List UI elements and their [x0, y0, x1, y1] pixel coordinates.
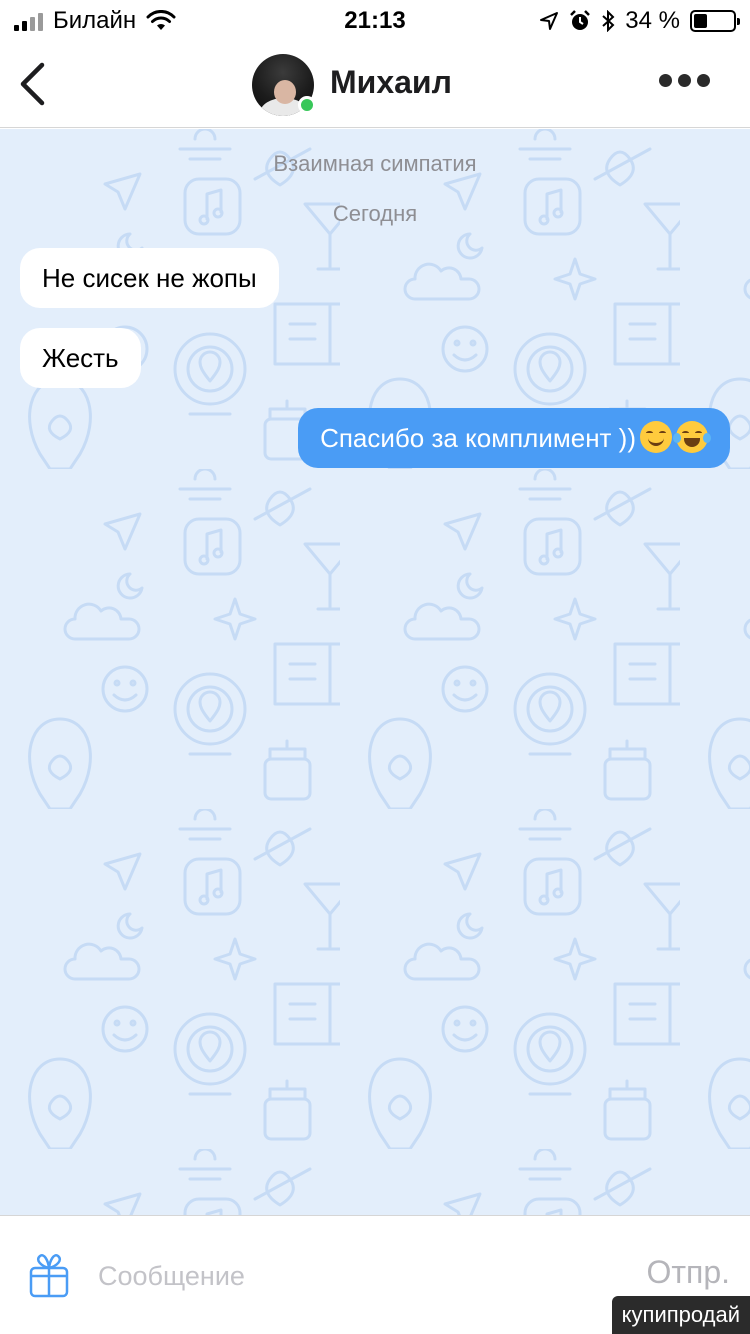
more-options-button[interactable]	[659, 74, 710, 87]
online-status-indicator	[298, 96, 316, 114]
chat-header: Михаил	[0, 40, 750, 128]
send-button[interactable]: Отпр.	[646, 1254, 730, 1291]
ellipsis-icon	[659, 74, 672, 87]
location-arrow-icon	[540, 12, 559, 30]
message-text: Жесть	[42, 343, 119, 373]
incoming-message[interactable]: Не сисек не жопы	[20, 248, 279, 308]
match-notice: Взаимная симпатия	[273, 151, 477, 176]
tears-of-joy-emoji-icon	[673, 421, 711, 453]
alarm-icon	[570, 10, 591, 30]
date-divider: Сегодня	[332, 201, 418, 226]
chat-area[interactable]: Взаимная симпатия Сегодня Не сисек не жо…	[0, 129, 750, 1215]
status-bar: Билайн 21:13 34 %	[0, 0, 750, 40]
bluetooth-icon	[602, 10, 615, 32]
incoming-message[interactable]: Жесть	[20, 328, 141, 388]
gift-icon[interactable]	[28, 1252, 70, 1298]
contact-avatar[interactable]	[252, 54, 316, 116]
chevron-left-icon	[20, 62, 45, 106]
battery-icon	[690, 10, 740, 32]
battery-percent: 34 %	[625, 7, 680, 34]
back-button[interactable]	[12, 58, 52, 110]
message-input[interactable]	[98, 1256, 598, 1296]
contact-name[interactable]: Михаил	[330, 64, 452, 101]
watermark: купипродай	[611, 1296, 750, 1334]
message-text: Спасибо за комплимент ))	[320, 423, 636, 453]
smiling-face-emoji-icon	[640, 421, 672, 453]
outgoing-message[interactable]: Спасибо за комплимент ))	[298, 408, 730, 468]
status-right: 34 %	[539, 7, 740, 35]
message-text: Не сисек не жопы	[42, 263, 257, 293]
